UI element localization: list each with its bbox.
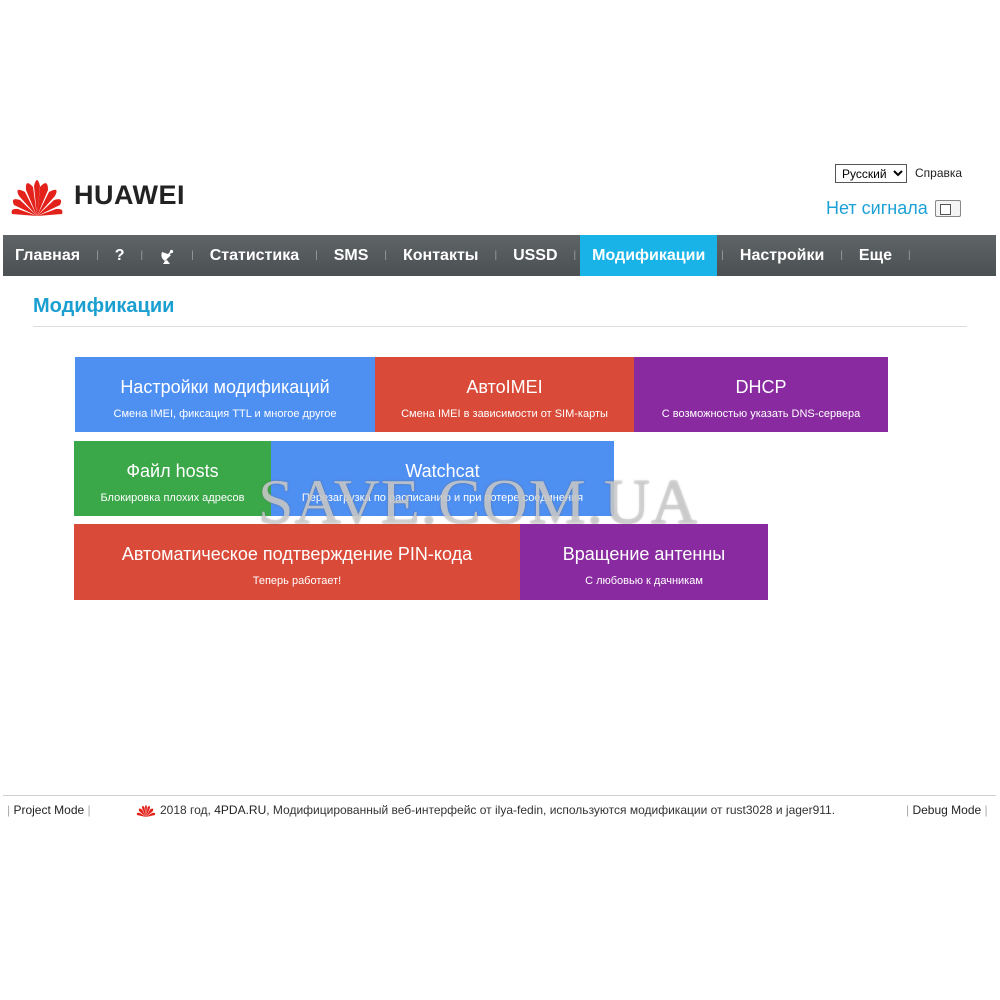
debug-mode-link[interactable]: Debug Mode [912, 803, 981, 817]
nav-item-statistics[interactable]: Статистика [198, 235, 311, 276]
footer-bar: | [906, 803, 910, 817]
footer-bar: | [87, 803, 91, 817]
nav-item-sms[interactable]: SMS [322, 235, 381, 276]
tile-auto-imei[interactable]: АвтоIMEI Смена IMEI в зависимости от SIM… [375, 357, 634, 432]
tile-antenna-rotation[interactable]: Вращение антенны С любовью к дачникам [520, 524, 768, 600]
huawei-small-logo-icon [136, 805, 156, 817]
footer-left: | Project Mode | [7, 803, 91, 817]
project-mode-link[interactable]: Project Mode [13, 803, 84, 817]
nav-separator: | [840, 250, 843, 261]
tile-dhcp[interactable]: DHCP С возможностью указать DNS-сервера [634, 357, 888, 432]
nav-item-modifications[interactable]: Модификации [580, 235, 718, 276]
signal-text: Нет сигнала [826, 198, 928, 218]
nav-separator: | [573, 250, 577, 261]
help-link[interactable]: Справка [915, 166, 962, 180]
nav-item-ussd[interactable]: USSD [501, 235, 569, 276]
signal-status: Нет сигнала [826, 198, 961, 219]
language-select[interactable]: Русский [835, 164, 907, 183]
tile-title: Watchcat [405, 461, 480, 481]
footer-credits: 2018 год, 4PDA.RU , Модифицированный веб… [136, 803, 835, 817]
tile-mod-settings[interactable]: Настройки модификаций Смена IMEI, фиксац… [75, 357, 375, 432]
footer-divider [3, 795, 996, 796]
tile-auto-pin[interactable]: Автоматическое подтверждение PIN-кода Те… [74, 524, 520, 600]
tile-subtitle: Смена IMEI в зависимости от SIM-карты [401, 408, 608, 420]
nav-separator: | [908, 250, 911, 261]
nav-separator: | [384, 250, 388, 261]
language-select-wrapper: Русский [835, 164, 907, 183]
nav-separator: | [315, 250, 318, 261]
footer-right: | Debug Mode | [906, 803, 988, 817]
tile-title: DHCP [735, 377, 787, 397]
nav-separator: | [191, 250, 194, 261]
tile-watchcat[interactable]: Watchcat Перезагрузка по расписанию и пр… [271, 441, 614, 516]
nav-item-more[interactable]: Еще [847, 235, 904, 276]
nav-item-help[interactable]: ? [103, 235, 137, 276]
brand-name: HUAWEI [74, 179, 185, 210]
no-signal-icon [934, 200, 961, 217]
tile-title: Файл hosts [126, 461, 219, 481]
footer-bar: | [984, 803, 988, 817]
tile-subtitle: С возможностью указать DNS-сервера [661, 408, 861, 420]
nav-item-satellite[interactable] [147, 235, 187, 276]
tile-subtitle: С любовью к дачникам [585, 575, 703, 587]
main-nav: Главная | ? | | Статистика | SMS | Конта… [3, 235, 996, 276]
tile-title: АвтоIMEI [466, 377, 543, 397]
tile-title: Настройки модификаций [120, 377, 330, 397]
tile-title: Автоматическое подтверждение PIN-кода [121, 544, 473, 564]
nav-separator: | [140, 250, 144, 261]
footer-bar: | [7, 803, 11, 817]
tile-subtitle: Смена IMEI, фиксация TTL и многое другое [113, 408, 337, 420]
nav-item-settings[interactable]: Настройки [728, 235, 836, 276]
satellite-dish-icon [161, 249, 174, 264]
tile-subtitle: Перезагрузка по расписанию и при потере … [301, 492, 584, 504]
nav-item-home[interactable]: Главная [3, 235, 92, 276]
tile-title: Вращение антенны [562, 544, 726, 564]
tile-hosts-file[interactable]: Файл hosts Блокировка плохих адресов [74, 441, 271, 516]
huawei-petals-logo-icon [11, 180, 63, 216]
footer-year: 2018 год, [160, 803, 211, 817]
tile-subtitle: Теперь работает! [252, 575, 342, 587]
nav-item-contacts[interactable]: Контакты [391, 235, 490, 276]
title-divider [33, 326, 967, 327]
footer-credits-text: , Модифицированный веб-интерфейс от ilya… [266, 803, 836, 817]
nav-separator: | [96, 250, 99, 261]
tile-subtitle: Блокировка плохих адресов [100, 492, 245, 504]
huawei-logo[interactable]: HUAWEI [8, 172, 185, 218]
nav-separator: | [494, 250, 498, 261]
footer-site-link[interactable]: 4PDA.RU [214, 803, 266, 817]
page-title: Модификации [33, 295, 175, 317]
nav-separator: | [721, 250, 724, 261]
